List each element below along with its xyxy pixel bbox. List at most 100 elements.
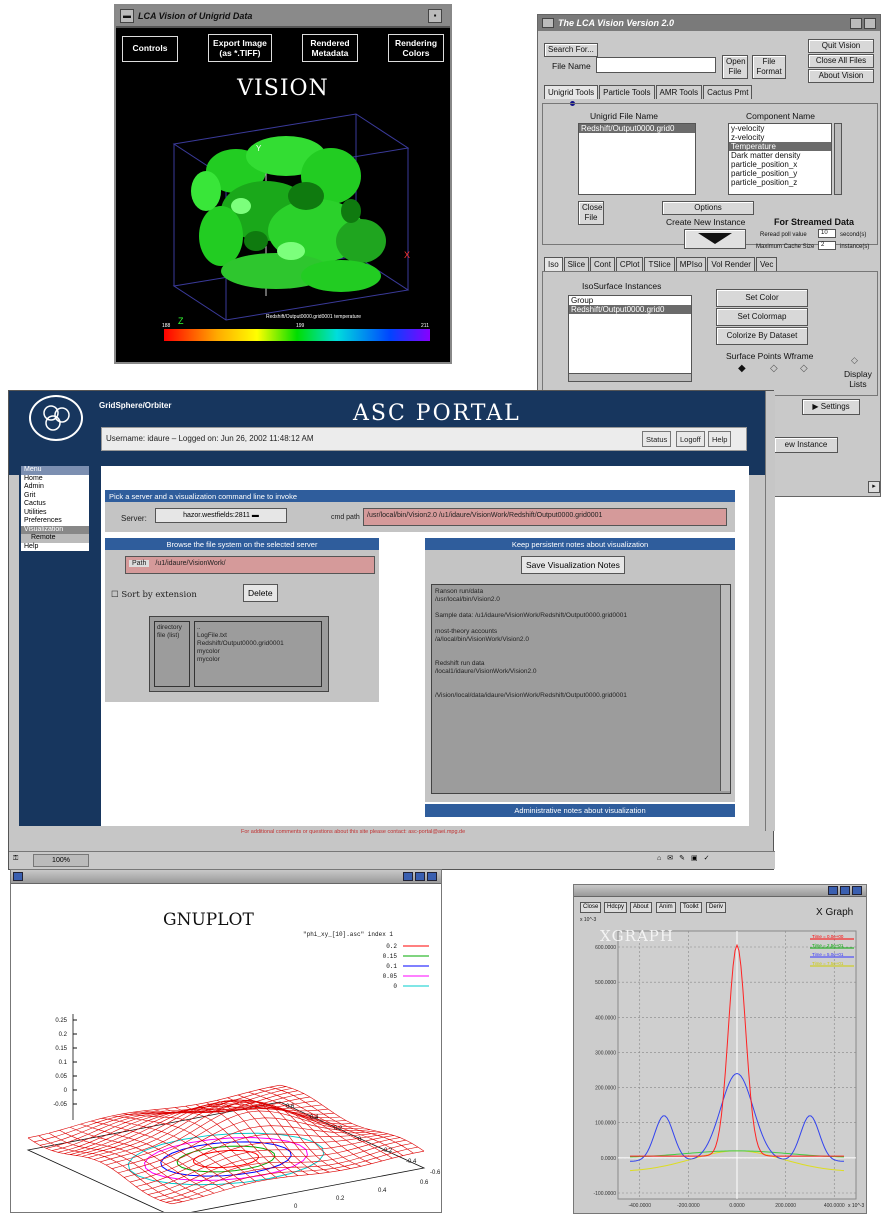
list-item[interactable]: y-velocity <box>729 124 831 133</box>
open-file-button[interactable]: Open File <box>722 55 748 79</box>
status-tray-icons[interactable]: ⌂✉✎▣✓ <box>657 854 715 862</box>
vision-render-canvas[interactable]: Y X Z Redshift/Output0000.grid0001 tempe… <box>116 6 450 346</box>
gnuplot-surface-plot[interactable]: "phi_xy_[10].asc" index 1 0.2 0.15 0.1 0.05… <box>11 884 441 1212</box>
xgraph-titlebar[interactable] <box>574 885 866 897</box>
status-button[interactable]: Status <box>642 431 672 447</box>
iso-instance-list[interactable]: Group Redshift/Output0000.grid0 <box>568 295 692 375</box>
tab-vec[interactable]: Vec <box>755 257 778 271</box>
list-item[interactable]: file (list) <box>157 632 187 640</box>
minimize-icon[interactable] <box>403 872 413 881</box>
gnuplot-titlebar[interactable] <box>11 870 441 884</box>
logoff-button[interactable]: Logoff <box>676 431 705 447</box>
path-input[interactable]: Path/u1/idaure/VisionWork/ <box>125 556 375 574</box>
list-item[interactable]: mycolor <box>197 656 319 664</box>
poll-value-input[interactable]: 10 <box>818 229 836 238</box>
maximize-icon[interactable] <box>840 886 850 895</box>
list-item[interactable]: Redshift/Output0000.grid0 <box>579 124 695 133</box>
menu-item-visualization[interactable]: Visualization <box>21 525 89 534</box>
settings-button[interactable]: ▶ Settings <box>802 399 860 415</box>
portal-vertical-scrollbar[interactable] <box>765 391 775 831</box>
set-colormap-button[interactable]: Set Colormap <box>716 308 808 326</box>
toolkit-button[interactable]: Toolkt <box>680 902 702 913</box>
lca-titlebar[interactable]: The LCA Vision Version 2.0 <box>538 15 880 31</box>
display-lists-diamond-icon[interactable]: ◇ <box>851 355 858 366</box>
about-vision-button[interactable]: About Vision <box>808 69 874 83</box>
cmd-path-input[interactable]: /usr/local/bin/Vision2.0 /u1/idaure/Visi… <box>363 508 727 526</box>
options-button[interactable]: Options <box>662 201 754 215</box>
tab-cactus-pmt[interactable]: Cactus Pmt <box>703 85 753 99</box>
tab-tslice[interactable]: TSlice <box>644 257 675 271</box>
surface-radio-icon[interactable]: ◆ <box>738 363 746 374</box>
menu-item-home[interactable]: Home <box>21 475 89 484</box>
list-item[interactable]: Redshift/Output0000.grid0 <box>569 305 691 314</box>
notes-scrollbar[interactable] <box>720 585 730 791</box>
list-item[interactable]: directory <box>157 624 187 632</box>
menu-item-admin[interactable]: Admin <box>21 483 89 492</box>
menu-item-grit[interactable]: Grit <box>21 492 89 501</box>
file-browser[interactable]: directory file (list) .. LogFile.txt Red… <box>149 616 329 692</box>
file-name-input[interactable] <box>596 57 716 73</box>
tab-cont[interactable]: Cont <box>590 257 615 271</box>
colorize-by-dataset-button[interactable]: Colorize By Dataset <box>716 327 808 345</box>
file-format-button[interactable]: File Format <box>752 55 786 79</box>
list-item[interactable]: Temperature <box>729 142 831 151</box>
anim-button[interactable]: Anim <box>656 902 676 913</box>
notes-textarea[interactable]: Ranson run/data /usr/local/bin/Vision2.0… <box>431 584 731 794</box>
list-item[interactable]: .. <box>197 624 319 632</box>
points-radio-icon[interactable]: ◇ <box>770 363 778 374</box>
scroll-right-icon[interactable]: ▸ <box>868 481 880 493</box>
close-all-files-button[interactable]: Close All Files <box>808 54 874 68</box>
tab-amr-tools[interactable]: AMR Tools <box>655 85 703 99</box>
hdcpy-button[interactable]: Hdcpy <box>604 902 628 913</box>
save-notes-button[interactable]: Save Visualization Notes <box>521 556 625 574</box>
list-item[interactable]: Group <box>569 296 691 305</box>
server-select[interactable]: hazor.westfields:2811 ▬ <box>155 508 287 523</box>
list-item[interactable]: z-velocity <box>729 133 831 142</box>
close-button[interactable]: Close <box>580 902 602 913</box>
component-scrollbar[interactable] <box>834 123 842 195</box>
search-button[interactable]: Search For... <box>544 43 598 57</box>
tab-slice[interactable]: Slice <box>563 257 590 271</box>
list-item[interactable]: particle_position_x <box>729 160 831 169</box>
window-menu-icon[interactable] <box>13 872 23 881</box>
menu-item-preferences[interactable]: Preferences <box>21 517 89 526</box>
tab-particle-tools[interactable]: Particle Tools <box>599 85 655 99</box>
quit-vision-button[interactable]: Quit Vision <box>808 39 874 53</box>
xgraph-plot[interactable]: x 10^-3 x 10^-3 600.0000 500.0000 400.0000… <box>574 913 866 1213</box>
cache-size-input[interactable]: 2 <box>818 241 836 250</box>
menu-item-remote[interactable]: Remote <box>21 534 89 543</box>
tab-unigrid-tools[interactable]: Unigrid Tools <box>544 85 599 99</box>
menu-item-help[interactable]: Help <box>21 543 89 552</box>
help-button[interactable]: Help <box>708 431 732 447</box>
tab-vol-render[interactable]: Vol Render <box>707 257 755 271</box>
minimize-icon[interactable] <box>850 17 862 29</box>
tab-cplot[interactable]: CPlot <box>615 257 644 271</box>
list-item[interactable]: Redshift/Output0000.grid0001 <box>197 640 319 648</box>
menu-item-cactus[interactable]: Cactus <box>21 500 89 509</box>
delete-button[interactable]: Delete <box>243 584 278 602</box>
about-button[interactable]: About <box>630 902 652 913</box>
deriv-button[interactable]: Deriv <box>706 902 727 913</box>
file-list[interactable]: .. LogFile.txt Redshift/Output0000.grid0… <box>194 621 322 687</box>
close-icon[interactable] <box>427 872 437 881</box>
minimize-icon[interactable] <box>828 886 838 895</box>
unigrid-file-list[interactable]: Redshift/Output0000.grid0 <box>578 123 696 195</box>
menu-item-utilities[interactable]: Utilities <box>21 509 89 518</box>
list-item[interactable]: LogFile.txt <box>197 632 319 640</box>
create-instance-button[interactable] <box>684 229 746 249</box>
sort-checkbox[interactable]: ☐ Sort by extension <box>111 590 197 600</box>
list-item[interactable]: mycolor <box>197 648 319 656</box>
close-file-button[interactable]: Close File <box>578 201 604 225</box>
wframe-radio-icon[interactable]: ◇ <box>800 363 808 374</box>
iso-horizontal-scrollbar[interactable] <box>568 373 692 382</box>
maximize-icon[interactable] <box>415 872 425 881</box>
tab-mpiso[interactable]: MPIso <box>675 257 707 271</box>
component-list[interactable]: y-velocity z-velocity Temperature Dark m… <box>728 123 832 195</box>
list-item[interactable]: Dark matter density <box>729 151 831 160</box>
file-type-list[interactable]: directory file (list) <box>154 621 190 687</box>
tab-iso[interactable]: Iso <box>544 257 563 271</box>
new-instance-button[interactable]: ew Instance <box>774 437 838 453</box>
list-item[interactable]: particle_position_z <box>729 178 831 187</box>
close-icon[interactable] <box>852 886 862 895</box>
window-menu-icon[interactable] <box>542 18 554 28</box>
